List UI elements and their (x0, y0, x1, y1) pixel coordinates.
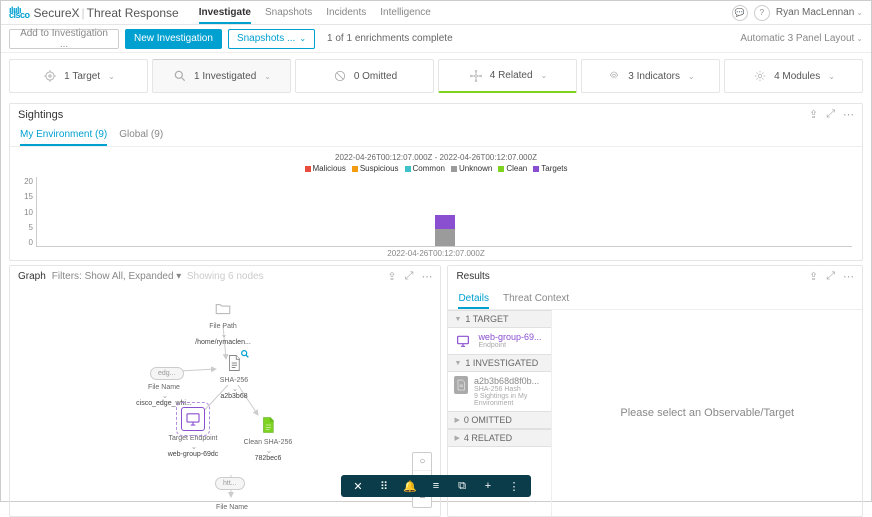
expand-icon[interactable]: ⤢ (405, 270, 414, 283)
toolbar: Add to Investigation ... New Investigati… (1, 25, 871, 53)
related-icon (468, 68, 484, 84)
folder-icon (211, 297, 235, 321)
summary-investigated-label: 1 Investigated (194, 71, 256, 82)
close-icon[interactable]: ✕ (351, 479, 365, 493)
chart-legend: MaliciousSuspiciousCommonUnknownCleanTar… (20, 164, 852, 173)
search-icon (172, 68, 188, 84)
summary-indicators-label: 3 Indicators (628, 71, 680, 82)
endpoint-icon (454, 332, 472, 350)
bottom-dock: ✕ ⠿ 🔔 ≡ ⧉ + ⋮ (341, 475, 531, 497)
summary-investigated[interactable]: 1 Investigated⌄ (152, 59, 291, 93)
expand-icon[interactable]: ⤢ (826, 108, 835, 121)
summary-omitted-label: 0 Omitted (354, 71, 397, 82)
sightings-chart: 2022-04-26T00:12:07.000Z - 2022-04-26T00… (10, 147, 862, 260)
sightings-title: Sightings (18, 109, 63, 121)
more-icon[interactable]: ⋯ (843, 270, 854, 283)
summary-target-label: 1 Target (64, 71, 100, 82)
more-icon[interactable]: ⋯ (421, 270, 432, 283)
group-omitted[interactable]: ▶0 OMITTED (448, 411, 551, 429)
nav-incidents[interactable]: Incidents (326, 1, 366, 24)
tab-my-environment[interactable]: My Environment (9) (20, 125, 107, 146)
group-investigated[interactable]: ▼1 INVESTIGATED (448, 354, 551, 372)
results-title: Results (456, 271, 489, 282)
omitted-icon (332, 68, 348, 84)
node-file-path[interactable]: File Path⌄ /home/rymaclen... (193, 297, 253, 346)
topbar: ılıılıcisco SecureX|Threat Response Inve… (1, 1, 871, 25)
zoom-fit[interactable]: ○ (413, 453, 431, 471)
top-nav: Investigate Snapshots Incidents Intellig… (199, 1, 431, 24)
result-item-target[interactable]: web-group-69...Endpoint (448, 328, 551, 354)
endpoint-icon (181, 407, 205, 431)
node-sha256[interactable]: SHA-256⌄ a2b3b68 (204, 351, 264, 400)
list-icon[interactable]: ≡ (429, 479, 443, 493)
chart-title: 2022-04-26T00:12:07.000Z - 2022-04-26T00… (20, 153, 852, 162)
share-icon[interactable]: ⇪ (809, 108, 818, 121)
nav-snapshots[interactable]: Snapshots (265, 1, 312, 24)
summary-related-label: 4 Related (490, 70, 533, 81)
bell-icon[interactable]: 🔔 (403, 479, 417, 493)
share-icon[interactable]: ⇪ (387, 270, 396, 283)
group-target[interactable]: ▼1 TARGET (448, 310, 551, 328)
graph-showing: Showing 6 nodes (187, 271, 264, 282)
nav-intelligence[interactable]: Intelligence (380, 1, 431, 24)
chart-yaxis: 20151050 (20, 177, 36, 247)
expand-icon[interactable]: ⤢ (826, 270, 835, 283)
sightings-actions: ⇪ ⤢ ⋯ (809, 108, 854, 121)
share-icon[interactable]: ⇪ (809, 270, 818, 283)
cisco-logo: ılıılıcisco (9, 8, 30, 17)
node-target-endpoint[interactable]: Target Endpoint⌄ web-group-69dc (163, 407, 223, 458)
tab-global[interactable]: Global (9) (119, 125, 163, 146)
file-clean-icon (256, 413, 280, 437)
target-icon (42, 68, 58, 84)
nav-investigate[interactable]: Investigate (199, 1, 251, 24)
help-icon[interactable]: ? (754, 5, 770, 21)
more-icon[interactable]: ⋯ (843, 108, 854, 121)
result-item-investigated[interactable]: a2b3b68d8f0b...SHA-256 Hash9 Sightings i… (448, 372, 551, 411)
node-clean-sha256[interactable]: Clean SHA-256⌄ 782bec6 (238, 413, 298, 462)
summary-target[interactable]: 1 Target⌄ (9, 59, 148, 93)
chat-icon[interactable]: 💬 (732, 5, 748, 21)
summary-row: 1 Target⌄ 1 Investigated⌄ 0 Omitted 4 Re… (1, 53, 871, 99)
grid-icon[interactable]: ⠿ (377, 479, 391, 493)
chart-xlabel: 2022-04-26T00:12:07.000Z (20, 249, 852, 258)
graph-title: Graph (18, 271, 46, 282)
pill-right[interactable]: htt... (215, 477, 245, 490)
fingerprint-icon (606, 68, 622, 84)
summary-modules[interactable]: 4 Modules⌄ (724, 59, 863, 93)
group-related[interactable]: ▶4 RELATED (448, 429, 551, 447)
node-wget[interactable]: File Name⌄ wget (202, 491, 262, 516)
plus-icon[interactable]: + (481, 479, 495, 493)
topbar-right: 💬 ? Ryan MacLennan⌄ (732, 5, 863, 21)
brand: SecureX|Threat Response (34, 6, 179, 20)
add-investigation-button[interactable]: Add to Investigation ... (9, 29, 119, 49)
modules-icon (752, 68, 768, 84)
enrichment-status: 1 of 1 enrichments complete (327, 33, 453, 44)
panel-layout-selector[interactable]: Automatic 3 Panel Layout⌄ (740, 33, 863, 44)
snapshots-button[interactable]: Snapshots ...⌄ (228, 29, 315, 49)
summary-modules-label: 4 Modules (774, 71, 820, 82)
summary-omitted[interactable]: 0 Omitted (295, 59, 434, 93)
screenshot-icon[interactable]: ⧉ (455, 479, 469, 493)
chart-plot[interactable] (36, 177, 852, 247)
sightings-panel: Sightings ⇪ ⤢ ⋯ My Environment (9) Globa… (9, 103, 863, 261)
hash-icon (454, 376, 468, 394)
results-detail: Please select an Observable/Target (552, 310, 862, 516)
tab-threat-context[interactable]: Threat Context (503, 289, 569, 309)
summary-related[interactable]: 4 Related⌄ (438, 59, 577, 93)
graph-filters[interactable]: Filters: Show All, Expanded ▾ (52, 271, 182, 282)
user-menu[interactable]: Ryan MacLennan⌄ (776, 7, 863, 18)
file-icon (222, 351, 246, 375)
handle-icon[interactable]: ⋮ (507, 479, 521, 493)
tab-details[interactable]: Details (458, 289, 489, 309)
new-investigation-button[interactable]: New Investigation (125, 29, 222, 49)
summary-indicators[interactable]: 3 Indicators⌄ (581, 59, 720, 93)
